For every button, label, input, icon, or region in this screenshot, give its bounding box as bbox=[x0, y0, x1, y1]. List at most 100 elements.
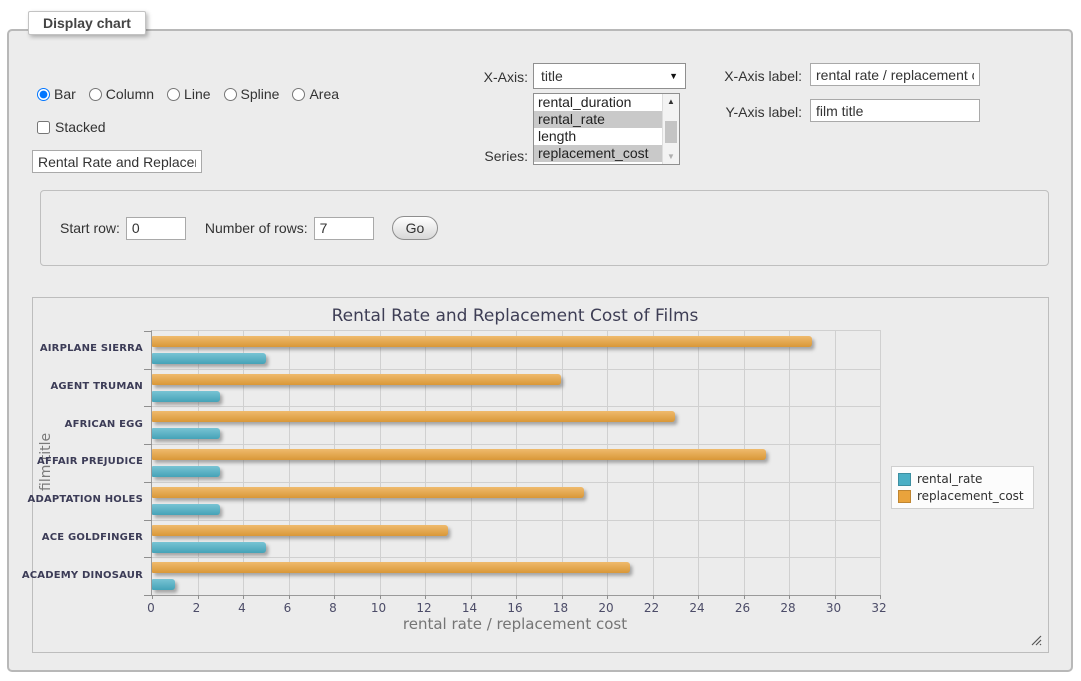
x-axis-tick bbox=[380, 595, 381, 599]
bar-replacement_cost bbox=[152, 562, 630, 573]
y-axis-label-field-label: Y-Axis label: bbox=[697, 104, 802, 120]
resize-handle-icon[interactable] bbox=[1031, 635, 1042, 646]
legend-item-rental_rate[interactable]: rental_rate bbox=[898, 472, 1024, 486]
x-tick-label: 30 bbox=[826, 601, 841, 615]
y-axis-label-input[interactable] bbox=[810, 99, 980, 122]
radio-label-spline: Spline bbox=[241, 86, 280, 102]
radio-bar[interactable] bbox=[37, 88, 50, 101]
series-label: Series: bbox=[432, 148, 528, 164]
chart-legend: rental_rate replacement_cost bbox=[891, 466, 1034, 509]
series-option-replacement_cost[interactable]: replacement_cost bbox=[534, 145, 679, 162]
x-tick-labels: 02468101214161820222426283032 bbox=[151, 601, 879, 615]
y-axis-tick bbox=[144, 520, 152, 521]
chart-type-column[interactable]: Column bbox=[89, 86, 154, 102]
x-axis-select[interactable]: title ▼ bbox=[533, 63, 686, 89]
x-axis-tick bbox=[607, 595, 608, 599]
gridline-v bbox=[334, 331, 335, 595]
x-tick-label: 28 bbox=[780, 601, 795, 615]
series-option-rental_rate[interactable]: rental_rate bbox=[534, 111, 679, 128]
start-row-input[interactable] bbox=[126, 217, 186, 240]
chart-type-line[interactable]: Line bbox=[167, 86, 210, 102]
gridline-v bbox=[471, 331, 472, 595]
bar-rental_rate bbox=[152, 504, 220, 515]
category-label: AFRICAN EGG bbox=[33, 405, 143, 443]
x-axis-tick bbox=[152, 595, 153, 599]
go-button[interactable]: Go bbox=[392, 216, 439, 240]
legend-label-replacement_cost: replacement_cost bbox=[917, 489, 1024, 503]
y-axis-tick bbox=[144, 557, 152, 558]
bar-replacement_cost bbox=[152, 411, 675, 422]
x-axis-tick bbox=[835, 595, 836, 599]
x-tick-label: 20 bbox=[598, 601, 613, 615]
stacked-checkbox[interactable] bbox=[37, 121, 50, 134]
gridline-v bbox=[243, 331, 244, 595]
gridline-v bbox=[653, 331, 654, 595]
chart-title-input[interactable] bbox=[32, 150, 202, 173]
plot-area bbox=[151, 330, 881, 596]
x-axis-tick bbox=[744, 595, 745, 599]
category-label: ACADEMY DINOSAUR bbox=[33, 556, 143, 594]
y-axis-tick bbox=[144, 595, 152, 596]
gridline-v bbox=[380, 331, 381, 595]
series-options: rental_durationrental_ratelengthreplacem… bbox=[534, 94, 679, 162]
gridline-v bbox=[789, 331, 790, 595]
chart-type-spline[interactable]: Spline bbox=[224, 86, 280, 102]
gridline-h bbox=[152, 406, 880, 407]
x-axis-label-input[interactable] bbox=[810, 63, 980, 86]
legend-swatch-rental_rate bbox=[898, 473, 911, 486]
x-axis-tick bbox=[516, 595, 517, 599]
stacked-label: Stacked bbox=[55, 119, 106, 135]
x-tick-label: 10 bbox=[371, 601, 386, 615]
series-option-rental_duration[interactable]: rental_duration bbox=[534, 94, 679, 111]
chart-x-axis-title: rental rate / replacement cost bbox=[151, 615, 879, 633]
stacked-option[interactable]: Stacked bbox=[37, 119, 106, 135]
x-tick-label: 14 bbox=[462, 601, 477, 615]
radio-spline[interactable] bbox=[224, 88, 237, 101]
x-axis-tick bbox=[653, 595, 654, 599]
page: Display chart BarColumnLineSplineArea St… bbox=[0, 0, 1081, 681]
gridline-v bbox=[425, 331, 426, 595]
category-axis-labels: AIRPLANE SIERRAAGENT TRUMANAFRICAN EGGAF… bbox=[33, 330, 143, 594]
x-tick-label: 26 bbox=[735, 601, 750, 615]
listbox-scrollbar[interactable]: ▲ ▼ bbox=[662, 94, 679, 164]
x-axis-tick bbox=[562, 595, 563, 599]
bar-rental_rate bbox=[152, 428, 220, 439]
scrollbar-thumb[interactable] bbox=[665, 121, 677, 143]
x-axis-tick bbox=[243, 595, 244, 599]
scroll-up-icon[interactable]: ▲ bbox=[663, 94, 679, 109]
legend-item-replacement_cost[interactable]: replacement_cost bbox=[898, 489, 1024, 503]
x-axis-tick bbox=[789, 595, 790, 599]
series-listbox[interactable]: rental_durationrental_ratelengthreplacem… bbox=[533, 93, 680, 165]
y-axis-tick bbox=[144, 444, 152, 445]
gridline-v bbox=[607, 331, 608, 595]
bar-rental_rate bbox=[152, 391, 220, 402]
legend-label-rental_rate: rental_rate bbox=[917, 472, 982, 486]
gridline-v bbox=[198, 331, 199, 595]
x-axis-label-field-label: X-Axis label: bbox=[697, 68, 802, 84]
radio-column[interactable] bbox=[89, 88, 102, 101]
chart-type-bar[interactable]: Bar bbox=[37, 86, 76, 102]
num-rows-label: Number of rows: bbox=[205, 220, 308, 236]
x-axis-tick bbox=[471, 595, 472, 599]
num-rows-input[interactable] bbox=[314, 217, 374, 240]
x-axis-tick bbox=[334, 595, 335, 599]
row-params-panel: Start row: Number of rows: Go bbox=[40, 190, 1049, 266]
chart-type-group: Bar Column Line Spline Area bbox=[37, 86, 339, 102]
radio-line[interactable] bbox=[167, 88, 180, 101]
radio-area[interactable] bbox=[292, 88, 305, 101]
gridline-v bbox=[562, 331, 563, 595]
chart-type-area[interactable]: Area bbox=[292, 86, 339, 102]
x-tick-label: 8 bbox=[329, 601, 337, 615]
chart-title: Rental Rate and Replacement Cost of Film… bbox=[151, 306, 879, 326]
x-axis-label: X-Axis: bbox=[432, 69, 528, 85]
series-option-length[interactable]: length bbox=[534, 128, 679, 145]
bar-rental_rate bbox=[152, 542, 266, 553]
chart-container: Rental Rate and Replacement Cost of Film… bbox=[32, 297, 1049, 653]
x-tick-label: 4 bbox=[238, 601, 246, 615]
x-axis-tick bbox=[698, 595, 699, 599]
bar-replacement_cost bbox=[152, 336, 812, 347]
gridline-v bbox=[289, 331, 290, 595]
category-label: AGENT TRUMAN bbox=[33, 368, 143, 406]
gridline-h bbox=[152, 482, 880, 483]
scroll-down-icon[interactable]: ▼ bbox=[663, 149, 679, 164]
